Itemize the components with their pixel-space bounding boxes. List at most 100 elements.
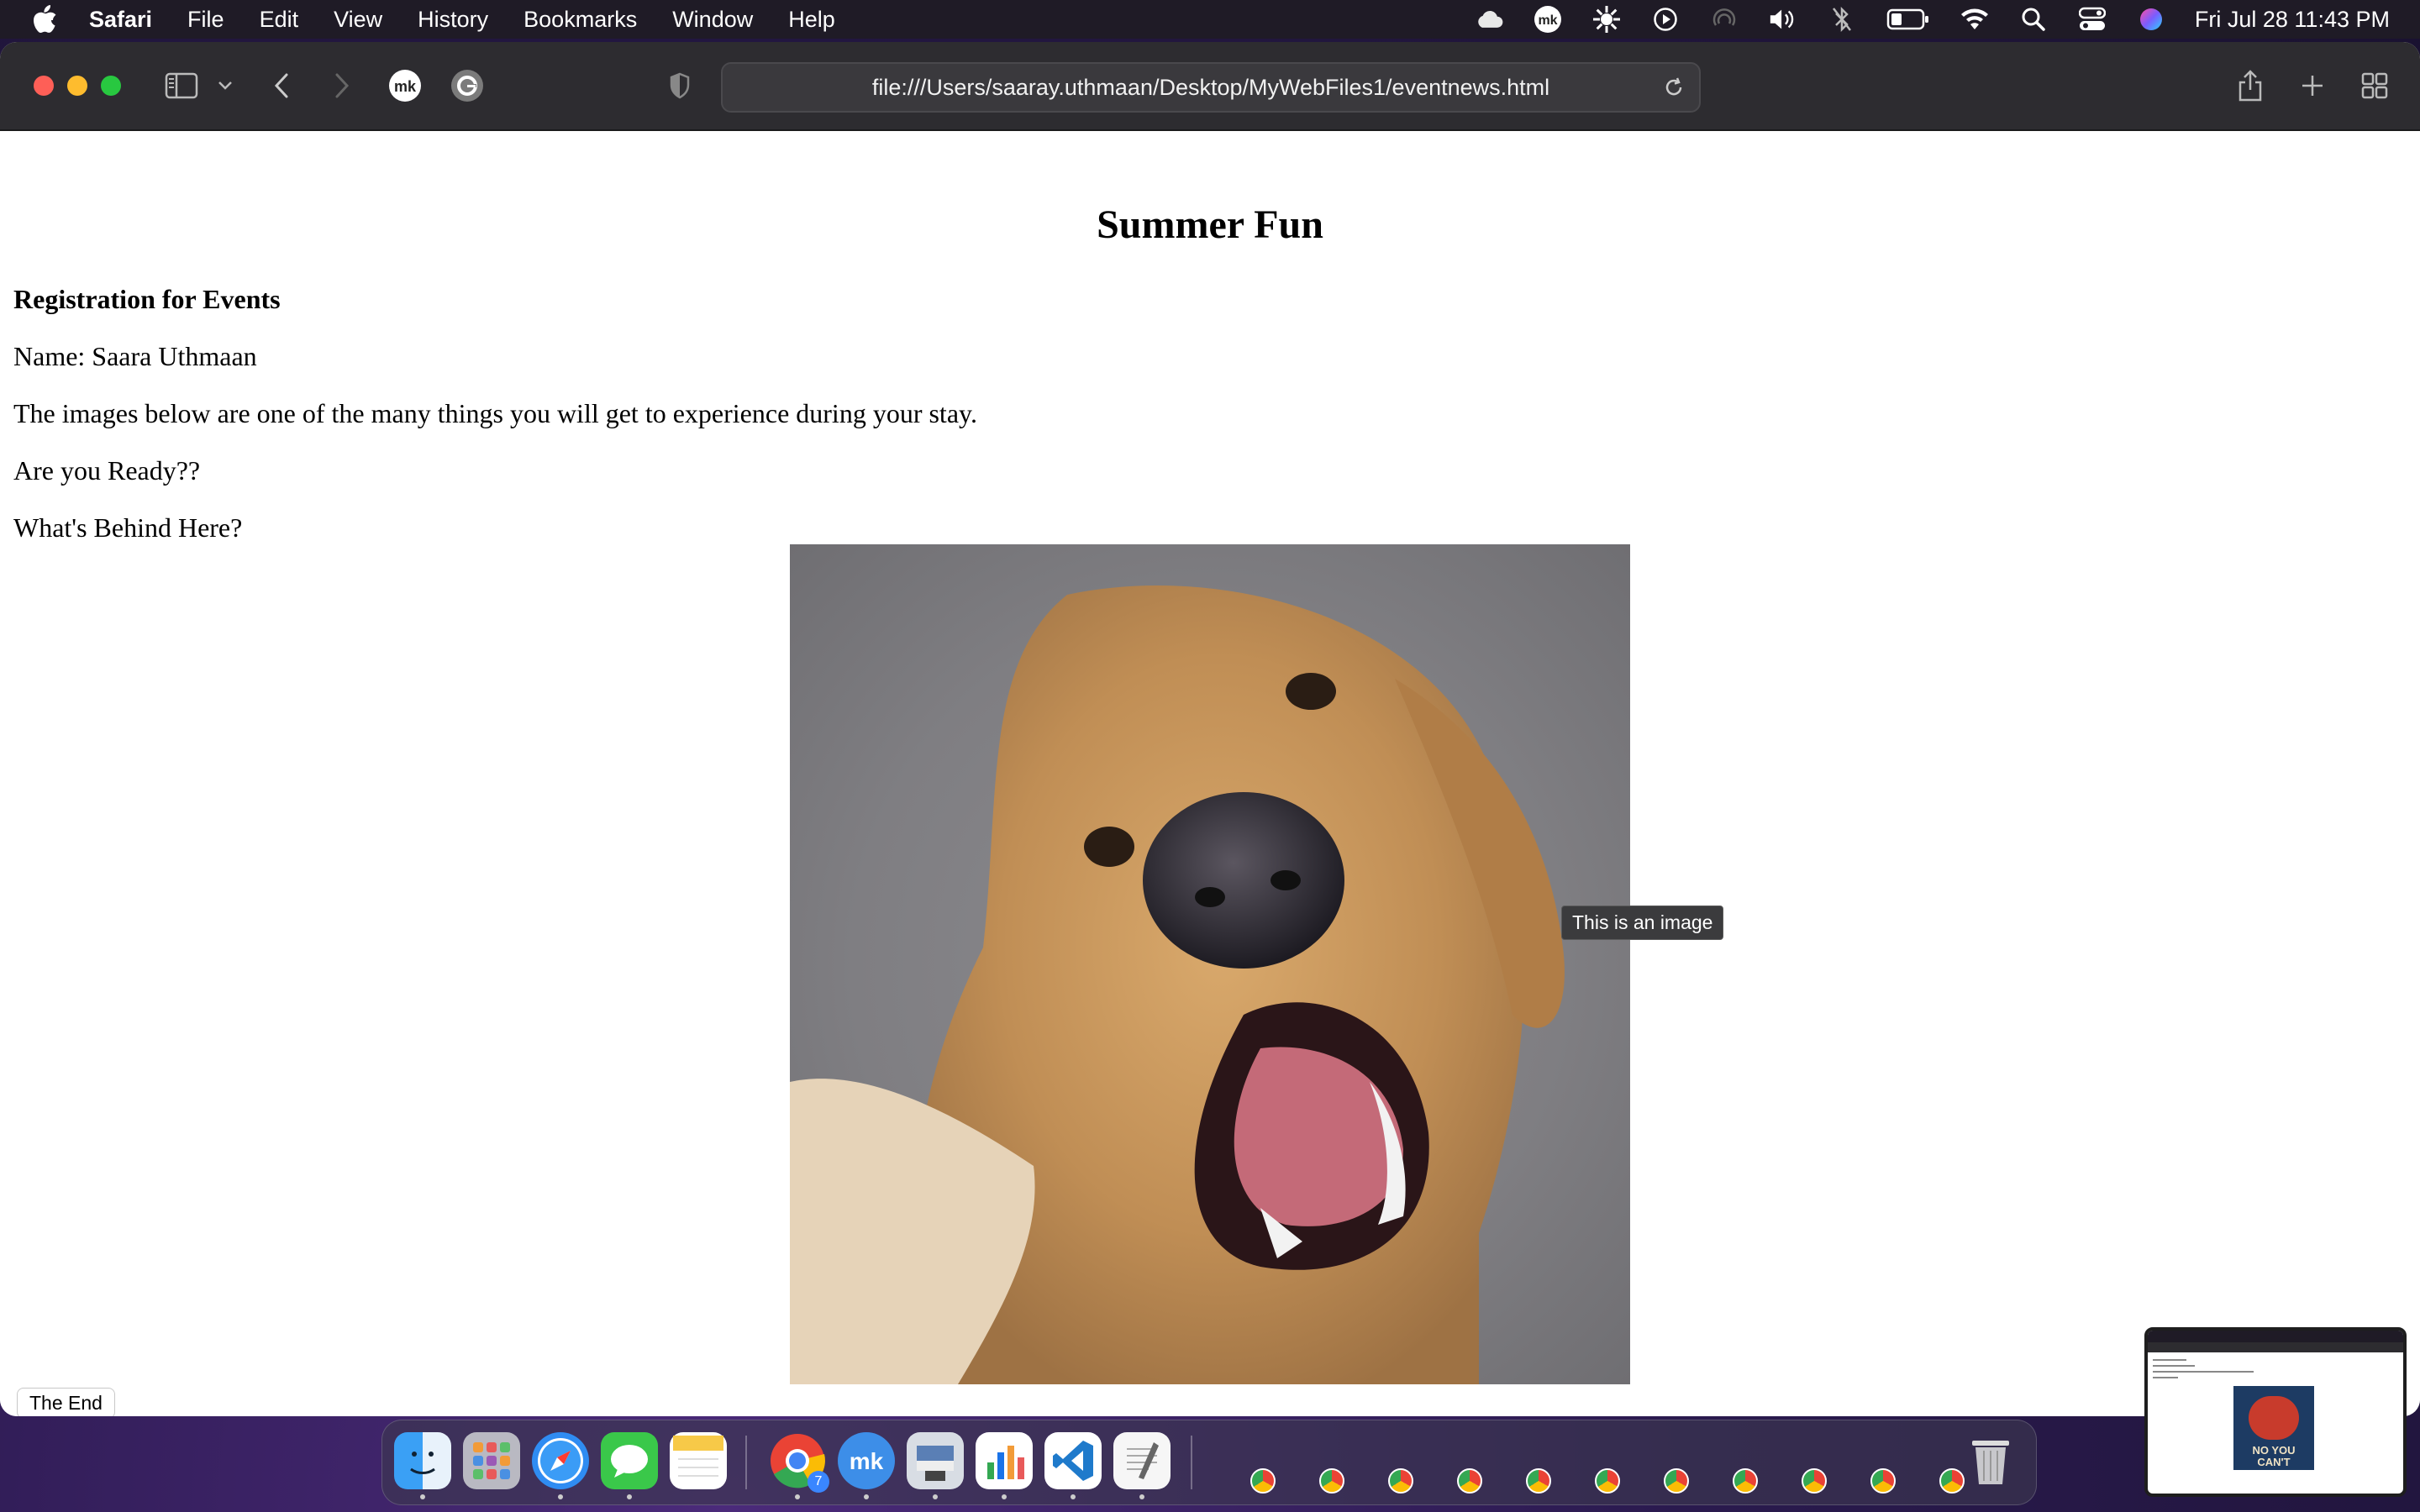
page-title: Summer Fun	[1097, 202, 1323, 247]
safari-icon[interactable]	[532, 1432, 589, 1489]
thumbnail-poster-caption: NO YOU CAN'T	[2233, 1445, 2314, 1468]
menu-file[interactable]: File	[187, 7, 224, 33]
volume-icon[interactable]	[1768, 4, 1798, 34]
image-tooltip: This is an image	[1561, 906, 1724, 940]
numbers-icon[interactable]	[976, 1432, 1033, 1489]
control-center-icon[interactable]	[2077, 4, 2107, 34]
screenshot-thumbnail[interactable]: NO YOU CAN'T	[2144, 1327, 2407, 1497]
play-circle-icon[interactable]	[1650, 4, 1681, 34]
menu-bar: Safari File Edit View History Bookmarks …	[0, 0, 2420, 39]
name-line: Name: Saara Uthmaan	[13, 341, 257, 371]
url-text: file:///Users/saaray.uthmaan/Desktop/MyW…	[871, 74, 1550, 100]
messages-running-dot	[627, 1494, 632, 1499]
share-icon[interactable]	[2235, 67, 2265, 104]
mk-app-icon[interactable]: mk	[838, 1432, 895, 1489]
thumbnail-poster: NO YOU CAN'T	[2233, 1386, 2314, 1470]
minimized-window-chrome-icon[interactable]	[1802, 1468, 1827, 1494]
behind-here-text: What's Behind Here?	[13, 512, 243, 543]
airdrop-icon[interactable]	[1709, 4, 1739, 34]
mk-status-icon[interactable]: mk	[1533, 4, 1563, 34]
minimized-window-chrome-icon[interactable]	[1526, 1468, 1551, 1494]
dock-separator	[745, 1436, 747, 1489]
mk-running-dot	[864, 1494, 869, 1499]
thumbnail-poster-line-1: NO YOU	[2252, 1444, 2296, 1457]
address-bar[interactable]: file:///Users/saaray.uthmaan/Desktop/MyW…	[721, 62, 1701, 113]
thumbnail-poster-line-2: CAN'T	[2257, 1456, 2291, 1468]
siri-icon[interactable]	[2136, 4, 2166, 34]
tab-overview-icon[interactable]	[2360, 67, 2390, 104]
menu-clock[interactable]: Fri Jul 28 11:43 PM	[2195, 7, 2390, 33]
finder-running-dot	[420, 1494, 425, 1499]
privacy-shield-icon[interactable]	[667, 67, 692, 104]
launchpad-icon[interactable]	[463, 1432, 520, 1489]
dog-image[interactable]	[790, 544, 1630, 1384]
textedit-running-dot	[1139, 1494, 1144, 1499]
thumbnail-menubar	[2148, 1331, 2403, 1342]
registration-heading: Registration for Events	[13, 284, 281, 314]
svg-text:mk: mk	[1538, 13, 1557, 28]
grammarly-extension-icon[interactable]	[450, 67, 484, 104]
minimized-window-chrome-icon[interactable]	[1319, 1468, 1344, 1494]
minimize-window-button[interactable]	[67, 76, 87, 96]
safari-window: mk file:///Users/saaray.uthmaan/Desktop/…	[0, 42, 2420, 1416]
dock-separator-2	[1191, 1436, 1192, 1489]
wifi-icon[interactable]	[1960, 4, 1990, 34]
menu-edit[interactable]: Edit	[260, 7, 299, 33]
cloud-icon[interactable]	[1474, 4, 1504, 34]
back-button[interactable]	[269, 67, 294, 104]
thumbnail-poster-face	[2249, 1396, 2299, 1440]
menu-window[interactable]: Window	[672, 7, 753, 33]
preview-icon[interactable]	[907, 1432, 964, 1489]
chevron-down-icon[interactable]	[215, 67, 235, 104]
minimized-window-chrome-icon[interactable]	[1870, 1468, 1896, 1494]
mk-extension-icon[interactable]: mk	[388, 67, 422, 104]
preview-running-dot	[933, 1494, 938, 1499]
svg-text:mk: mk	[394, 78, 417, 95]
menu-app-name[interactable]: Safari	[89, 7, 152, 33]
messages-icon[interactable]	[601, 1432, 658, 1489]
forward-button[interactable]	[329, 67, 355, 104]
chrome-running-dot	[795, 1494, 800, 1499]
ready-question: Are you Ready??	[13, 455, 201, 486]
minimized-window-chrome-icon[interactable]	[1457, 1468, 1482, 1494]
numbers-running-dot	[1002, 1494, 1007, 1499]
chrome-icon[interactable]: 7	[769, 1432, 829, 1493]
spotlight-search-icon[interactable]	[2018, 4, 2049, 34]
new-tab-icon[interactable]	[2297, 67, 2328, 104]
battery-icon[interactable]	[1886, 4, 1931, 34]
menu-bookmarks[interactable]: Bookmarks	[523, 7, 637, 33]
apple-menu-icon[interactable]	[30, 3, 59, 35]
textedit-icon[interactable]	[1113, 1432, 1171, 1489]
maximize-window-button[interactable]	[101, 76, 121, 96]
minimized-window-chrome-icon[interactable]	[1388, 1468, 1413, 1494]
minimized-window-chrome-icon[interactable]	[1664, 1468, 1689, 1494]
chrome-badge: 7	[808, 1471, 829, 1493]
dock: 7 mk	[381, 1420, 2037, 1505]
vscode-running-dot	[1071, 1494, 1076, 1499]
menu-help[interactable]: Help	[788, 7, 835, 33]
safari-running-dot	[558, 1494, 563, 1499]
minimized-window-chrome-icon[interactable]	[1939, 1468, 1965, 1494]
trash-icon[interactable]	[1962, 1432, 2019, 1489]
menu-view[interactable]: View	[334, 7, 382, 33]
thumbnail-text-lines	[2153, 1359, 2254, 1384]
sidebar-toggle-icon[interactable]	[163, 67, 200, 104]
reload-icon[interactable]	[1659, 72, 1689, 102]
svg-text:mk: mk	[850, 1448, 884, 1474]
the-end-button[interactable]: The End	[17, 1388, 115, 1416]
minimized-window-chrome-icon[interactable]	[1250, 1468, 1276, 1494]
notes-icon[interactable]	[670, 1432, 727, 1489]
web-page: Summer Fun Registration for Events Name:…	[0, 131, 2420, 1416]
intro-text: The images below are one of the many thi…	[13, 398, 977, 428]
close-window-button[interactable]	[34, 76, 54, 96]
minimized-window-chrome-icon[interactable]	[1595, 1468, 1620, 1494]
thumbnail-toolbar	[2148, 1342, 2403, 1352]
vscode-icon[interactable]	[1044, 1432, 1102, 1489]
menu-history[interactable]: History	[418, 7, 488, 33]
browser-toolbar: mk file:///Users/saaray.uthmaan/Desktop/…	[0, 42, 2420, 131]
bluetooth-off-icon[interactable]	[1827, 4, 1857, 34]
status-area: mk Fri Jul 28 11:43 PM	[1445, 0, 2390, 39]
minimized-window-chrome-icon[interactable]	[1733, 1468, 1758, 1494]
sun-gear-icon[interactable]	[1591, 4, 1622, 34]
finder-icon[interactable]	[394, 1432, 451, 1489]
